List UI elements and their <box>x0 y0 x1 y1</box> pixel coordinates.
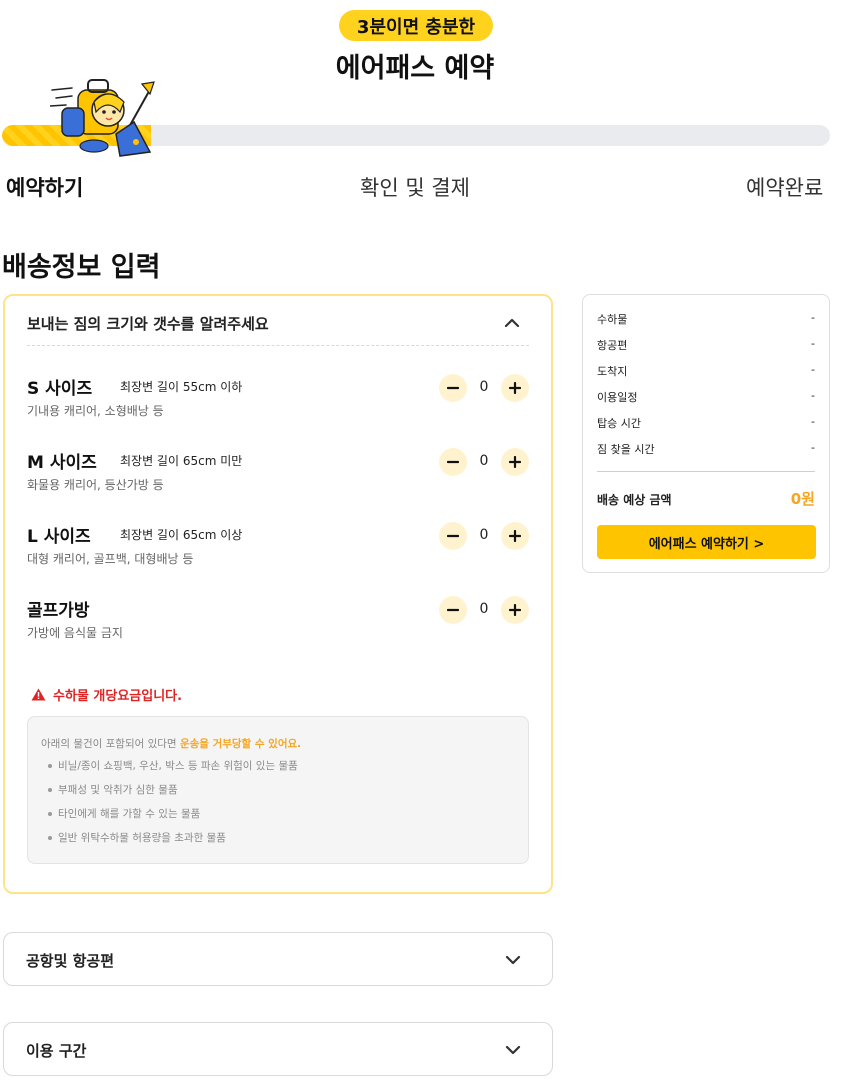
estimated-total-value: 0원 <box>790 490 815 508</box>
list-item-text: 비닐/종이 쇼핑백, 우산, 박스 등 파손 위험이 있는 물품 <box>58 760 298 772</box>
chevron-down-icon[interactable] <box>502 1039 524 1061</box>
reserve-button[interactable]: 에어패스 예약하기 > <box>597 525 816 559</box>
list-item-text: 부패성 및 악취가 심한 물품 <box>58 784 178 796</box>
notice-heading: 아래의 물건이 포함되어 있다면 운송을 거부당할 수 있어요. <box>41 736 301 751</box>
plus-icon <box>509 456 521 468</box>
size-desc: 화물용 캐리어, 등산가방 등 <box>27 478 164 492</box>
luggage-card-heading: 보내는 짐의 크기와 갯수를 알려주세요 <box>27 315 269 333</box>
summary-value: - <box>811 415 815 428</box>
summary-row-pickup-time: 짐 찾을 시간 - <box>597 441 815 457</box>
summary-key: 항공편 <box>597 339 628 352</box>
bullet-dot <box>48 764 52 768</box>
quantity-value: 0 <box>479 379 489 395</box>
warning-text: 수하물 개당요금입니다. <box>53 689 183 704</box>
divider <box>597 471 815 472</box>
decrement-button[interactable] <box>439 448 467 476</box>
size-row-l: L 사이즈 최장변 길이 65cm 이상 대형 캐리어, 골프백, 대형배낭 등… <box>27 522 529 572</box>
section-label: 공항및 항공편 <box>26 952 115 970</box>
size-name: 골프가방 <box>27 601 90 621</box>
step-complete: 예약완료 <box>746 176 824 200</box>
reservation-summary: 수하물 - 항공편 - 도착지 - 이용일정 - 탑승 시간 - 짐 찾을 시간 - 배송 … <box>582 294 830 573</box>
size-row-s: S 사이즈 최장변 길이 55cm 이하 기내용 캐리어, 소형배낭 등 0 <box>27 374 529 424</box>
increment-button[interactable] <box>501 374 529 402</box>
summary-row-baggage: 수하물 - <box>597 311 815 327</box>
size-desc: 가방에 음식물 금지 <box>27 626 123 640</box>
list-item-text: 일반 위탁수하물 허용량을 초과한 물품 <box>58 832 226 844</box>
section-label: 이용 구간 <box>26 1042 87 1060</box>
size-desc: 대형 캐리어, 골프백, 대형배낭 등 <box>27 552 194 566</box>
divider <box>27 345 529 346</box>
size-row-golf: 골프가방 가방에 음식물 금지 0 <box>27 596 529 646</box>
summary-key: 수하물 <box>597 313 628 326</box>
step-confirm-payment: 확인 및 결제 <box>360 176 470 200</box>
size-name: M 사이즈 <box>27 453 97 473</box>
size-spec: 최장변 길이 55cm 이하 <box>120 380 243 394</box>
summary-key: 이용일정 <box>597 391 638 404</box>
plus-icon <box>509 382 521 394</box>
minus-icon <box>447 534 459 538</box>
list-item: 비닐/종이 쇼핑백, 우산, 박스 등 파손 위험이 있는 물품 <box>48 759 298 783</box>
restricted-items-notice: 아래의 물건이 포함되어 있다면 운송을 거부당할 수 있어요. 비닐/종이 쇼… <box>27 716 529 864</box>
size-name: L 사이즈 <box>27 527 91 547</box>
step-reserve: 예약하기 <box>6 176 84 200</box>
summary-value: - <box>811 311 815 324</box>
summary-value: - <box>811 363 815 376</box>
notice-highlight: 운송을 거부당할 수 있어요. <box>179 738 302 750</box>
quantity-value: 0 <box>479 453 489 469</box>
size-row-m: M 사이즈 최장변 길이 65cm 미만 화물용 캐리어, 등산가방 등 0 <box>27 448 529 498</box>
summary-key: 짐 찾을 시간 <box>597 443 655 456</box>
list-item-text: 타인에게 해를 가할 수 있는 물품 <box>58 808 201 820</box>
summary-row-schedule: 이용일정 - <box>597 389 815 405</box>
chevron-down-icon[interactable] <box>502 949 524 971</box>
decrement-button[interactable] <box>439 374 467 402</box>
summary-value: - <box>811 441 815 454</box>
notice-list: 비닐/종이 쇼핑백, 우산, 박스 등 파손 위험이 있는 물품 부패성 및 악… <box>48 759 298 855</box>
list-item: 부패성 및 악취가 심한 물품 <box>48 783 298 807</box>
pricing-warning: 수하물 개당요금입니다. <box>31 685 182 704</box>
chevron-up-icon[interactable] <box>501 312 523 334</box>
increment-button[interactable] <box>501 448 529 476</box>
bullet-dot <box>48 836 52 840</box>
decrement-button[interactable] <box>439 522 467 550</box>
airport-flight-section[interactable]: 공항및 항공편 <box>3 932 553 986</box>
size-spec: 최장변 길이 65cm 이상 <box>120 528 243 542</box>
estimated-total-label: 배송 예상 금액 <box>597 493 672 507</box>
summary-key: 탑승 시간 <box>597 417 641 430</box>
route-section[interactable]: 이용 구간 <box>3 1022 553 1076</box>
size-desc: 기내용 캐리어, 소형배낭 등 <box>27 404 164 418</box>
list-item: 일반 위탁수하물 허용량을 초과한 물품 <box>48 831 298 855</box>
summary-row-flight: 항공편 - <box>597 337 815 353</box>
bullet-dot <box>48 812 52 816</box>
section-title: 배송정보 입력 <box>2 252 161 283</box>
summary-row-destination: 도착지 - <box>597 363 815 379</box>
mascot-traveler-icon <box>50 79 155 157</box>
summary-value: - <box>811 389 815 402</box>
list-item: 타인에게 해를 가할 수 있는 물품 <box>48 807 298 831</box>
size-spec: 최장변 길이 65cm 미만 <box>120 454 243 468</box>
hero-badge: 3분이면 충분한 <box>339 10 493 41</box>
summary-value: - <box>811 337 815 350</box>
bullet-dot <box>48 788 52 792</box>
minus-icon <box>447 386 459 390</box>
decrement-button[interactable] <box>439 596 467 624</box>
plus-icon <box>509 604 521 616</box>
luggage-card: 보내는 짐의 크기와 갯수를 알려주세요 S 사이즈 최장변 길이 55cm 이… <box>3 294 553 894</box>
notice-lead: 아래의 물건이 포함되어 있다면 <box>41 738 180 750</box>
quantity-value: 0 <box>479 527 489 543</box>
minus-icon <box>447 608 459 612</box>
size-name: S 사이즈 <box>27 379 93 399</box>
summary-row-boarding-time: 탑승 시간 - <box>597 415 815 431</box>
warning-icon <box>31 688 46 701</box>
increment-button[interactable] <box>501 596 529 624</box>
increment-button[interactable] <box>501 522 529 550</box>
plus-icon <box>509 530 521 542</box>
quantity-value: 0 <box>479 601 489 617</box>
summary-key: 도착지 <box>597 365 628 378</box>
minus-icon <box>447 460 459 464</box>
